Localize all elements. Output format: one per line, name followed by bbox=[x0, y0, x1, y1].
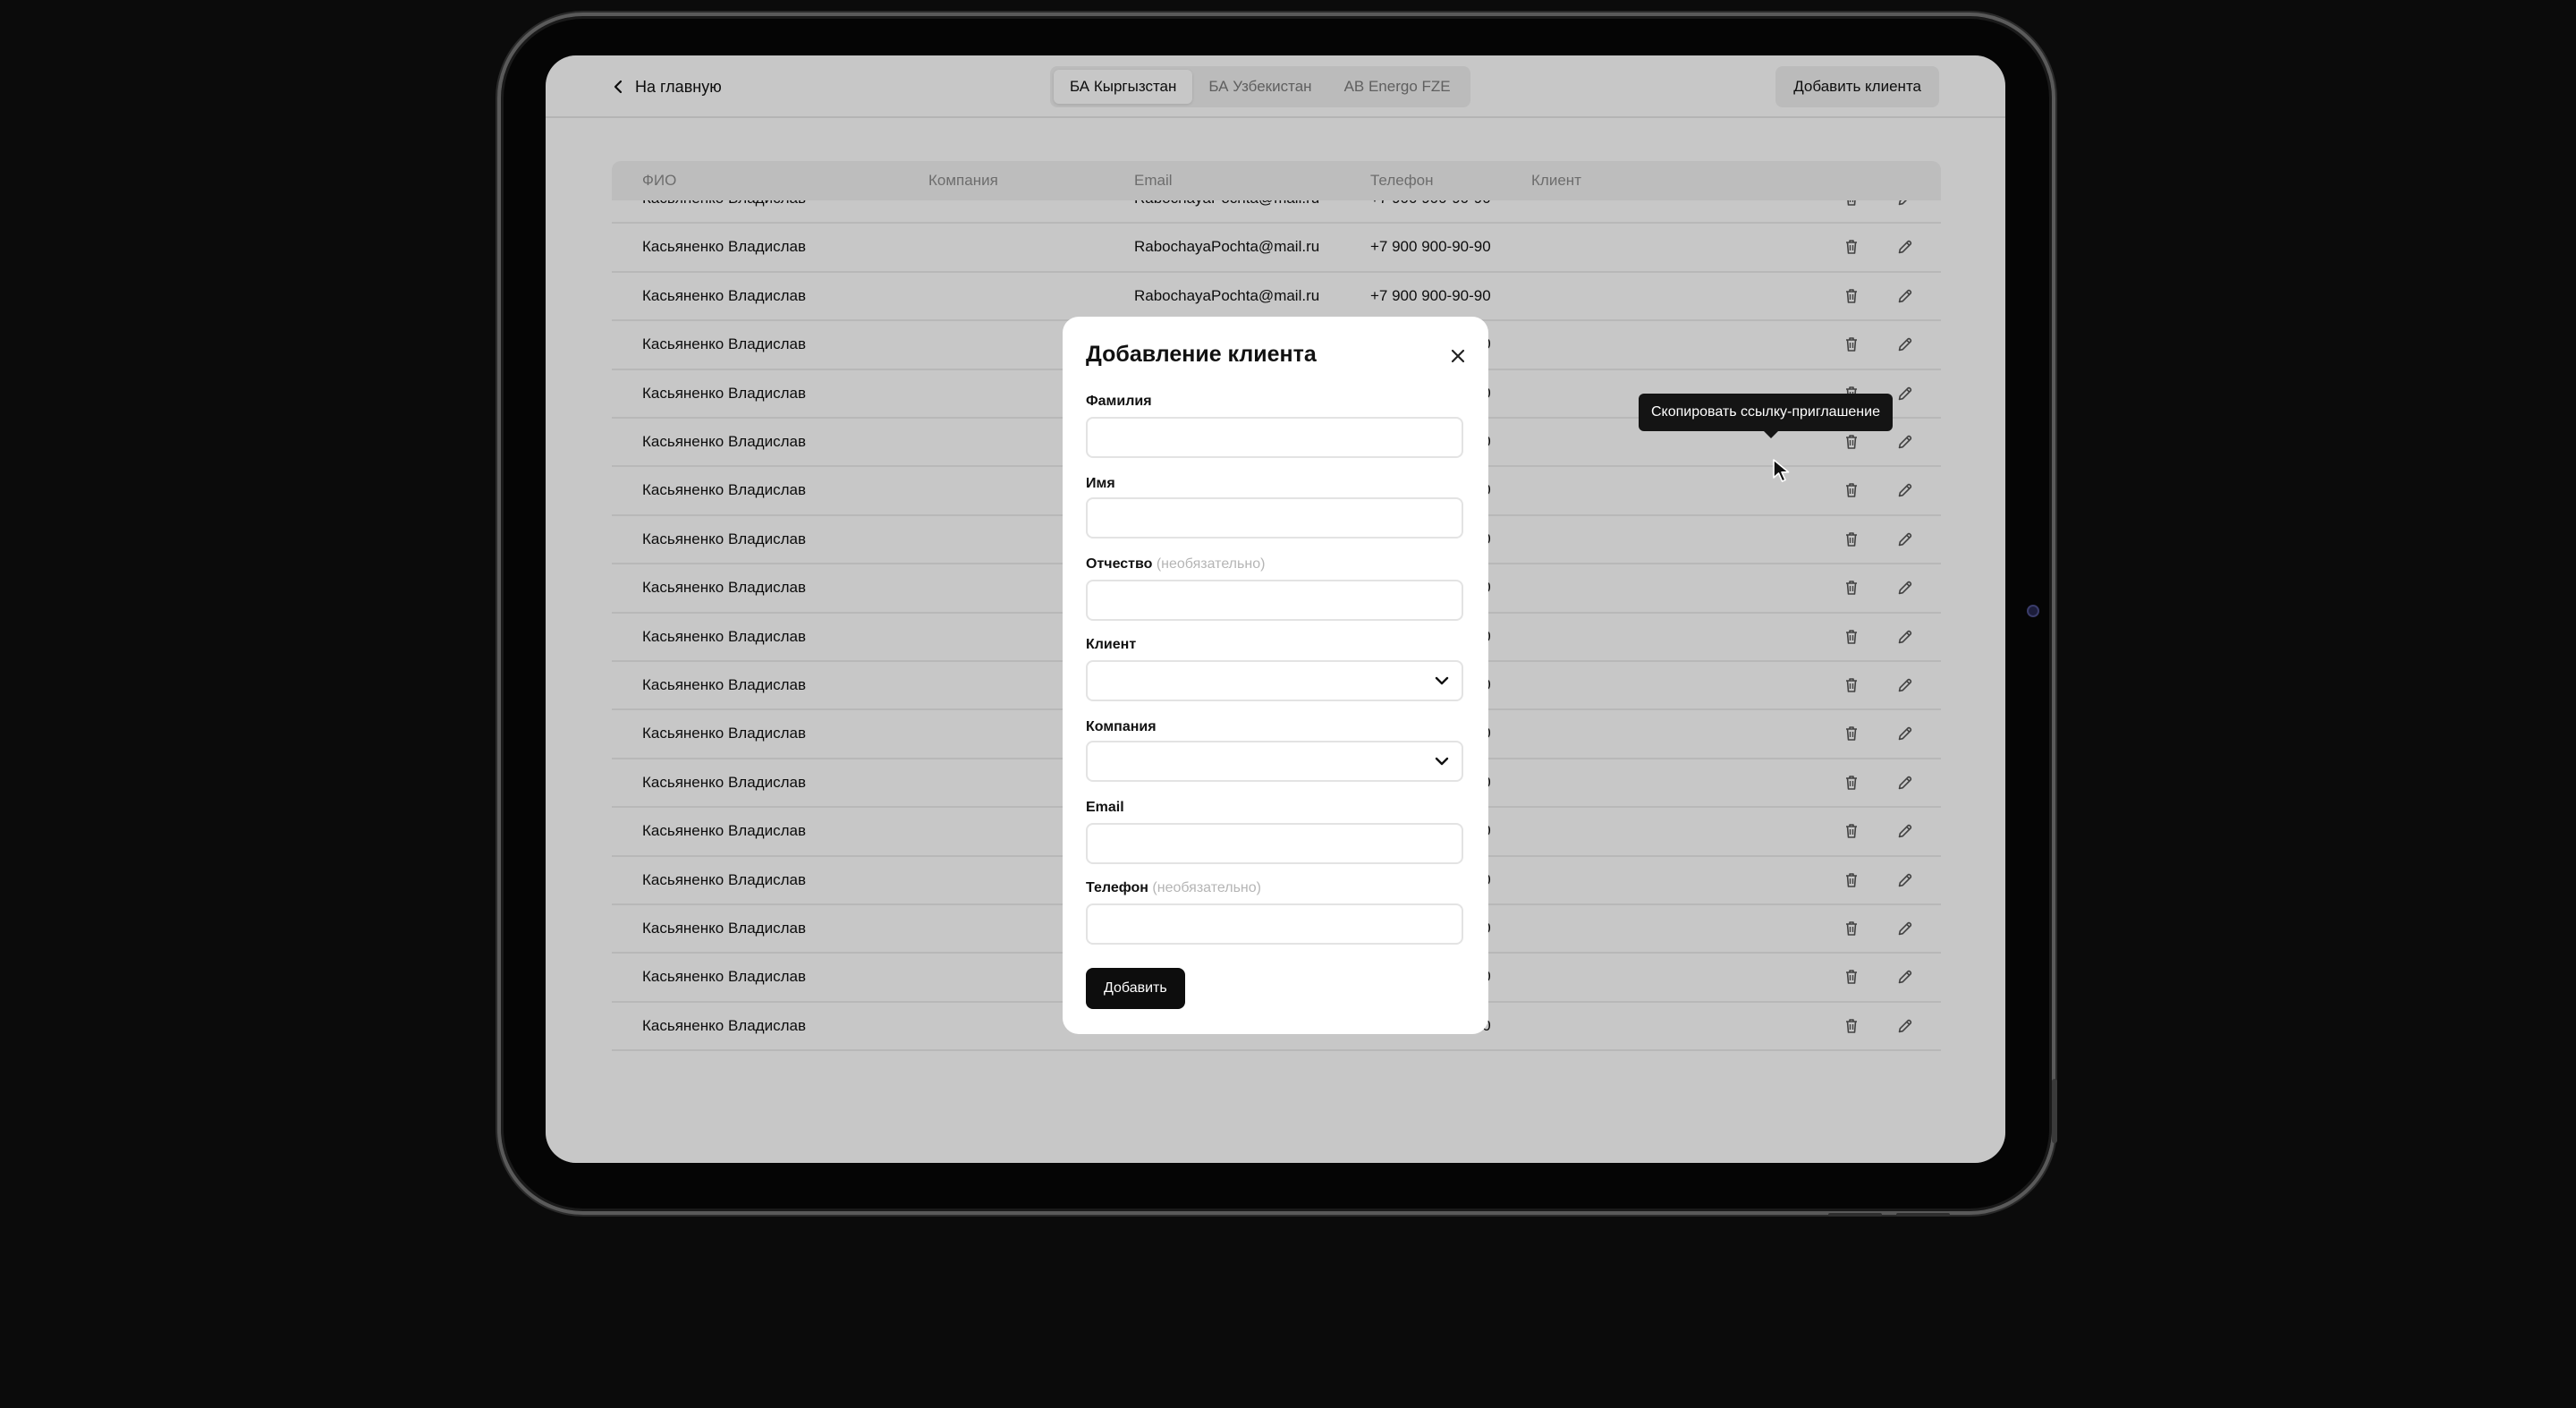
first-name-input[interactable] bbox=[1086, 497, 1463, 539]
patronymic-input[interactable] bbox=[1086, 580, 1463, 621]
chevron-down-icon bbox=[1435, 676, 1449, 685]
add-button[interactable]: Добавить bbox=[1086, 968, 1185, 1009]
company-label: Компания bbox=[1086, 719, 1157, 734]
side-button bbox=[2052, 1079, 2057, 1143]
last-name-input[interactable] bbox=[1086, 417, 1463, 458]
camera-icon bbox=[2027, 605, 2039, 617]
optional-hint: (необязательно) bbox=[1152, 880, 1261, 895]
optional-hint: (необязательно) bbox=[1156, 556, 1266, 572]
first-name-label: Имя bbox=[1086, 476, 1115, 491]
chevron-down-icon bbox=[1435, 757, 1449, 766]
modal-title: Добавление клиента bbox=[1086, 342, 1317, 367]
add-client-modal: Добавление клиента Фамилия Имя Отчество … bbox=[1063, 317, 1488, 1034]
mouse-cursor-icon bbox=[1773, 459, 1790, 482]
company-select[interactable] bbox=[1086, 741, 1463, 782]
email-label: Email bbox=[1086, 800, 1124, 815]
client-label: Клиент bbox=[1086, 637, 1137, 652]
invite-link-tooltip: Скопировать ссылку-приглашение bbox=[1639, 394, 1893, 438]
phone-label: Телефон (необязательно) bbox=[1086, 880, 1261, 895]
device-detail bbox=[1828, 1213, 1882, 1217]
client-select[interactable] bbox=[1086, 660, 1463, 701]
phone-input[interactable] bbox=[1086, 903, 1463, 945]
email-input[interactable] bbox=[1086, 823, 1463, 864]
patronymic-label: Отчество (необязательно) bbox=[1086, 556, 1266, 572]
close-icon[interactable] bbox=[1449, 347, 1467, 365]
app-screen: На главную БА Кыргызстан БА Узбекистан A… bbox=[546, 55, 2005, 1163]
last-name-label: Фамилия bbox=[1086, 394, 1152, 409]
device-detail bbox=[1896, 1213, 1950, 1217]
